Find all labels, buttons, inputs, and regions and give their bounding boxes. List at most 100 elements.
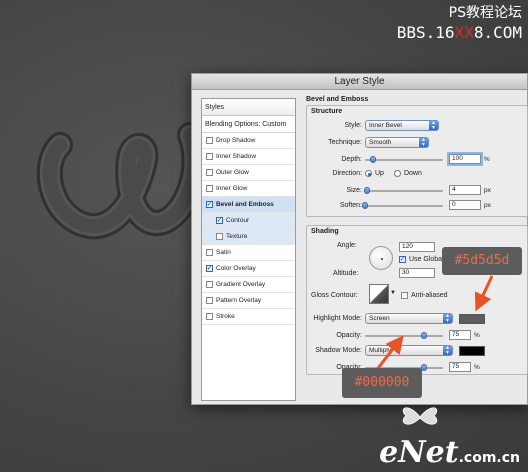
texture-checkbox[interactable] xyxy=(216,233,223,240)
dropdown-arrows-icon: ▲ ▼ xyxy=(443,314,452,323)
direction-down-label: Down xyxy=(403,170,422,177)
style-item-satin[interactable]: Satin xyxy=(202,245,295,261)
bevel-emboss-checkbox[interactable]: ✓ xyxy=(206,201,213,208)
blending-options-item[interactable]: Blending Options: Custom xyxy=(202,116,295,133)
technique-dropdown[interactable]: Smooth ▲ ▼ xyxy=(365,137,429,148)
inner-shadow-checkbox[interactable] xyxy=(206,153,213,160)
highlight-color-swatch[interactable] xyxy=(459,313,485,324)
shadow-mode-row: Shadow Mode: Multiply ▲ ▼ xyxy=(307,345,485,356)
style-dropdown[interactable]: Inner Bevel ▲ ▼ xyxy=(365,120,439,131)
style-item-inner-glow[interactable]: Inner Glow xyxy=(202,181,295,197)
highlight-opacity-thumb[interactable] xyxy=(420,331,427,339)
altitude-label: Altitude: xyxy=(333,270,359,277)
contour-checkbox[interactable]: ✓ xyxy=(216,217,223,224)
style-dropdown-value: Inner Bevel xyxy=(369,122,402,129)
highlight-mode-value: Screen xyxy=(369,315,390,322)
highlight-mode-dropdown[interactable]: Screen ▲ ▼ xyxy=(365,313,453,324)
shadow-mode-value: Multiply xyxy=(369,347,392,354)
butterfly-icon xyxy=(402,407,438,425)
size-input[interactable]: 4 xyxy=(449,185,481,195)
style-item-inner-shadow[interactable]: Inner Shadow xyxy=(202,149,295,165)
color-overlay-checkbox[interactable]: ✓ xyxy=(206,265,213,272)
highlight-color-callout: #5d5d5d xyxy=(442,247,522,275)
dialog-title[interactable]: Layer Style xyxy=(192,74,527,90)
style-item-texture[interactable]: Texture xyxy=(202,229,295,245)
size-slider-thumb[interactable] xyxy=(364,186,371,194)
slider-track xyxy=(365,334,443,337)
use-global-label: Use Global xyxy=(409,256,444,263)
highlight-mode-label: Highlight Mode: xyxy=(313,315,362,322)
depth-input[interactable]: 100 xyxy=(447,152,483,166)
angle-input[interactable]: 120 xyxy=(399,242,435,252)
altitude-input[interactable]: 30 xyxy=(399,268,435,278)
pattern-overlay-checkbox[interactable] xyxy=(206,297,213,304)
slider-track xyxy=(365,204,443,207)
outer-glow-checkbox[interactable] xyxy=(206,169,213,176)
direction-up-radio[interactable] xyxy=(365,170,372,177)
direction-row: Direction: Up Down xyxy=(307,170,422,177)
direction-down-radio[interactable] xyxy=(393,170,401,177)
highlight-opacity-label: Opacity: xyxy=(336,331,362,339)
contour-dropdown-icon[interactable]: ▼ xyxy=(390,290,396,296)
size-unit: px xyxy=(484,186,491,194)
satin-checkbox[interactable] xyxy=(206,249,213,256)
shadow-color-swatch[interactable] xyxy=(459,345,485,356)
depth-unit: % xyxy=(484,155,490,163)
style-item-label: Inner Glow xyxy=(216,184,248,192)
shadow-opacity-input[interactable]: 75 xyxy=(449,362,471,372)
style-item-label: Gradient Overlay xyxy=(216,280,266,288)
soften-slider-thumb[interactable] xyxy=(362,201,368,209)
style-item-outer-glow[interactable]: Outer Glow xyxy=(202,165,295,181)
stroke-checkbox[interactable] xyxy=(206,313,213,320)
size-slider[interactable] xyxy=(364,186,443,195)
watermark-forum: PS教程论坛 BBS.16XX8.COM xyxy=(397,4,522,42)
style-item-label: Inner Shadow xyxy=(216,152,257,160)
technique-dropdown-value: Smooth xyxy=(369,139,392,146)
angle-dial[interactable] xyxy=(369,246,393,270)
style-item-label: Satin xyxy=(216,248,231,256)
gloss-contour-label: Gloss Contour: xyxy=(311,292,358,299)
depth-slider-thumb[interactable] xyxy=(369,155,376,163)
shading-title: Shading xyxy=(311,228,339,235)
drop-shadow-checkbox[interactable] xyxy=(206,137,213,144)
technique-label: Technique: xyxy=(328,139,362,146)
style-item-contour[interactable]: ✓ Contour xyxy=(202,213,295,229)
anti-aliased-label: Anti-aliased xyxy=(411,292,448,299)
angle-dial-center xyxy=(381,258,383,260)
style-item-label: Bevel and Emboss xyxy=(216,200,274,208)
style-item-pattern-overlay[interactable]: Pattern Overlay xyxy=(202,293,295,309)
watermark-suffix: 8.COM xyxy=(473,23,522,42)
styles-header[interactable]: Styles xyxy=(202,99,295,116)
depth-label: Depth: xyxy=(341,155,362,163)
anti-aliased-checkbox[interactable] xyxy=(401,292,408,299)
highlight-opacity-unit: % xyxy=(474,331,480,339)
soften-input[interactable]: 0 xyxy=(449,200,481,210)
style-item-color-overlay[interactable]: ✓ Color Overlay xyxy=(202,261,295,277)
watermark-prefix: BBS.16 xyxy=(396,23,455,42)
shadow-mode-label: Shadow Mode: xyxy=(315,347,362,354)
bevel-section-title: Bevel and Emboss xyxy=(306,96,369,103)
shadow-mode-dropdown[interactable]: Multiply ▲ ▼ xyxy=(365,345,453,356)
structure-group: Structure Style: Inner Bevel ▲ ▼ Techniqu… xyxy=(306,105,528,217)
highlight-opacity-input[interactable]: 75 xyxy=(449,330,471,340)
depth-slider[interactable] xyxy=(365,155,443,164)
dropdown-arrows-icon: ▲ ▼ xyxy=(419,138,428,147)
highlight-opacity-slider[interactable] xyxy=(365,331,443,340)
inner-glow-checkbox[interactable] xyxy=(206,185,213,192)
settings-panel: Bevel and Emboss Structure Style: Inner … xyxy=(306,96,528,375)
structure-title: Structure xyxy=(311,108,343,115)
highlight-opacity-row: Opacity: 75 % xyxy=(307,330,480,340)
style-row: Style: Inner Bevel ▲ ▼ xyxy=(307,120,439,131)
style-item-gradient-overlay[interactable]: Gradient Overlay xyxy=(202,277,295,293)
direction-up-label: Up xyxy=(375,170,384,177)
style-item-drop-shadow[interactable]: Drop Shadow xyxy=(202,133,295,149)
soften-slider[interactable] xyxy=(362,201,443,210)
use-global-checkbox[interactable]: ✓ xyxy=(399,256,406,263)
style-item-bevel-emboss[interactable]: ✓ Bevel and Emboss xyxy=(202,197,295,213)
soften-label: Soften: xyxy=(339,201,362,209)
anti-aliased-row: Anti-aliased xyxy=(401,292,448,299)
gloss-contour-picker[interactable] xyxy=(369,284,389,304)
style-item-stroke[interactable]: Stroke xyxy=(202,309,295,325)
gradient-overlay-checkbox[interactable] xyxy=(206,281,213,288)
style-item-label: Drop Shadow xyxy=(216,136,256,144)
